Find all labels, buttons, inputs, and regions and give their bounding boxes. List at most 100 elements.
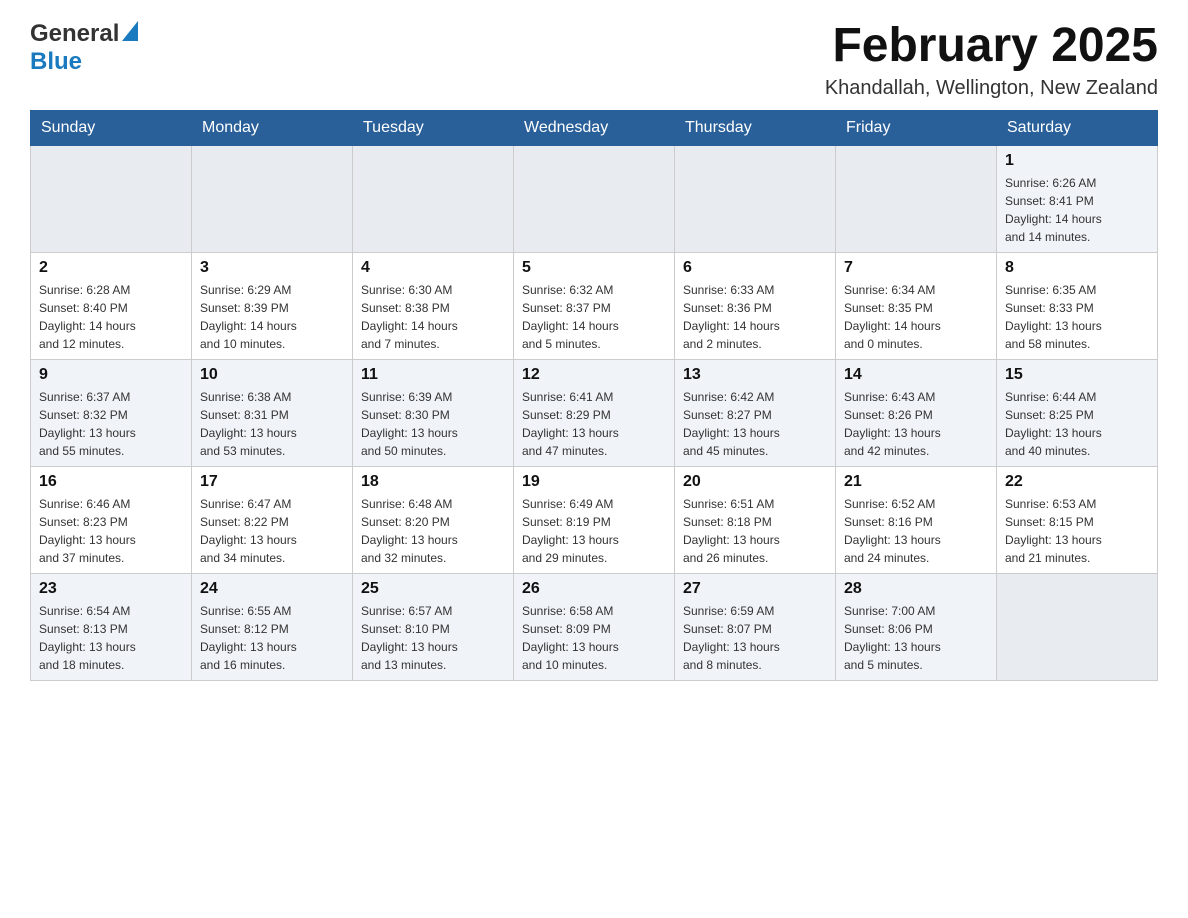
table-cell: 14 Sunrise: 6:43 AM Sunset: 8:26 PM Dayli… [836,359,997,466]
day-info: Sunrise: 6:37 AM Sunset: 8:32 PM Dayligh… [39,388,183,460]
day-number: 20 [683,473,827,491]
day-info: Sunrise: 6:29 AM Sunset: 8:39 PM Dayligh… [200,281,344,353]
table-cell: 18Sunrise: 6:48 AM Sunset: 8:20 PM Dayli… [353,466,514,573]
table-cell: 2 Sunrise: 6:28 AM Sunset: 8:40 PM Daylig… [31,252,192,359]
table-cell: 26 Sunrise: 6:58 AM Sunset: 8:09 PM Dayli… [514,573,675,680]
table-cell [997,573,1158,680]
day-number: 26 [522,580,666,598]
week-row-1: 1 Sunrise: 6:26 AM Sunset: 8:41 PM Daylig… [31,145,1158,252]
col-tuesday: Tuesday [353,110,514,145]
day-number: 23 [39,580,183,598]
table-cell [31,145,192,252]
day-info: Sunrise: 6:33 AM Sunset: 8:36 PM Dayligh… [683,281,827,353]
day-number: 2 [39,259,183,277]
table-cell: 16Sunrise: 6:46 AM Sunset: 8:23 PM Dayli… [31,466,192,573]
table-cell [192,145,353,252]
table-cell: 11 Sunrise: 6:39 AM Sunset: 8:30 PM Dayli… [353,359,514,466]
col-thursday: Thursday [675,110,836,145]
day-number: 8 [1005,259,1149,277]
day-info: Sunrise: 6:38 AM Sunset: 8:31 PM Dayligh… [200,388,344,460]
calendar-title: February 2025 [825,20,1158,73]
logo-triangle [122,21,138,46]
day-number: 25 [361,580,505,598]
location-subtitle: Khandallah, Wellington, New Zealand [825,77,1158,100]
day-number: 15 [1005,366,1149,384]
day-info: Sunrise: 6:41 AM Sunset: 8:29 PM Dayligh… [522,388,666,460]
table-cell [836,145,997,252]
day-number: 21 [844,473,988,491]
day-number: 19 [522,473,666,491]
day-number: 28 [844,580,988,598]
day-info: Sunrise: 6:58 AM Sunset: 8:09 PM Dayligh… [522,602,666,674]
day-info: Sunrise: 6:32 AM Sunset: 8:37 PM Dayligh… [522,281,666,353]
day-number: 5 [522,259,666,277]
day-number: 7 [844,259,988,277]
table-cell: 24 Sunrise: 6:55 AM Sunset: 8:12 PM Dayli… [192,573,353,680]
table-cell: 15 Sunrise: 6:44 AM Sunset: 8:25 PM Dayli… [997,359,1158,466]
day-info: Sunrise: 6:42 AM Sunset: 8:27 PM Dayligh… [683,388,827,460]
page-header: General Blue February 2025 Khandallah, W… [30,20,1158,100]
col-monday: Monday [192,110,353,145]
day-info: Sunrise: 6:30 AM Sunset: 8:38 PM Dayligh… [361,281,505,353]
day-number: 17 [200,473,344,491]
day-info: Sunrise: 6:52 AM Sunset: 8:16 PM Dayligh… [844,495,988,567]
logo-general-text: General [30,20,119,48]
table-cell: 20 Sunrise: 6:51 AM Sunset: 8:18 PM Dayli… [675,466,836,573]
table-cell: 12 Sunrise: 6:41 AM Sunset: 8:29 PM Dayli… [514,359,675,466]
week-row-2: 2 Sunrise: 6:28 AM Sunset: 8:40 PM Daylig… [31,252,1158,359]
table-cell: 4 Sunrise: 6:30 AM Sunset: 8:38 PM Daylig… [353,252,514,359]
day-number: 10 [200,366,344,384]
day-info: Sunrise: 6:59 AM Sunset: 8:07 PM Dayligh… [683,602,827,674]
day-info: Sunrise: 6:57 AM Sunset: 8:10 PM Dayligh… [361,602,505,674]
day-number: 22 [1005,473,1149,491]
day-info: Sunrise: 6:34 AM Sunset: 8:35 PM Dayligh… [844,281,988,353]
day-number: 6 [683,259,827,277]
day-info: Sunrise: 6:54 AM Sunset: 8:13 PM Dayligh… [39,602,183,674]
table-cell: 3 Sunrise: 6:29 AM Sunset: 8:39 PM Daylig… [192,252,353,359]
day-number: 24 [200,580,344,598]
logo-blue-text: Blue [30,48,82,75]
day-number: 12 [522,366,666,384]
day-number: 3 [200,259,344,277]
day-info: Sunrise: 6:39 AM Sunset: 8:30 PM Dayligh… [361,388,505,460]
day-info: Sunrise: 6:35 AM Sunset: 8:33 PM Dayligh… [1005,281,1149,353]
table-cell: 23 Sunrise: 6:54 AM Sunset: 8:13 PM Dayli… [31,573,192,680]
table-cell [675,145,836,252]
table-cell: 27 Sunrise: 6:59 AM Sunset: 8:07 PM Dayli… [675,573,836,680]
col-friday: Friday [836,110,997,145]
title-section: February 2025 Khandallah, Wellington, Ne… [825,20,1158,100]
table-cell: 17Sunrise: 6:47 AM Sunset: 8:22 PM Dayli… [192,466,353,573]
col-wednesday: Wednesday [514,110,675,145]
week-row-4: 16Sunrise: 6:46 AM Sunset: 8:23 PM Dayli… [31,466,1158,573]
day-number: 18 [361,473,505,491]
day-info: Sunrise: 6:26 AM Sunset: 8:41 PM Dayligh… [1005,174,1149,246]
day-info: Sunrise: 6:53 AM Sunset: 8:15 PM Dayligh… [1005,495,1149,567]
logo: General Blue [30,20,138,76]
day-number: 14 [844,366,988,384]
day-info: Sunrise: 6:51 AM Sunset: 8:18 PM Dayligh… [683,495,827,567]
table-cell: 22 Sunrise: 6:53 AM Sunset: 8:15 PM Dayli… [997,466,1158,573]
calendar-table: Sunday Monday Tuesday Wednesday Thursday… [30,110,1158,681]
day-number: 4 [361,259,505,277]
day-number: 27 [683,580,827,598]
table-cell: 13 Sunrise: 6:42 AM Sunset: 8:27 PM Dayli… [675,359,836,466]
table-cell [353,145,514,252]
day-info: Sunrise: 6:43 AM Sunset: 8:26 PM Dayligh… [844,388,988,460]
table-cell: 9Sunrise: 6:37 AM Sunset: 8:32 PM Daylig… [31,359,192,466]
table-cell: 19 Sunrise: 6:49 AM Sunset: 8:19 PM Dayli… [514,466,675,573]
day-number: 11 [361,366,505,384]
table-cell: 10 Sunrise: 6:38 AM Sunset: 8:31 PM Dayli… [192,359,353,466]
table-cell [514,145,675,252]
day-info: Sunrise: 6:55 AM Sunset: 8:12 PM Dayligh… [200,602,344,674]
day-number: 13 [683,366,827,384]
day-info: Sunrise: 6:49 AM Sunset: 8:19 PM Dayligh… [522,495,666,567]
calendar-header-row: Sunday Monday Tuesday Wednesday Thursday… [31,110,1158,145]
table-cell: 25 Sunrise: 6:57 AM Sunset: 8:10 PM Dayli… [353,573,514,680]
table-cell: 5 Sunrise: 6:32 AM Sunset: 8:37 PM Daylig… [514,252,675,359]
col-sunday: Sunday [31,110,192,145]
day-info: Sunrise: 6:28 AM Sunset: 8:40 PM Dayligh… [39,281,183,353]
col-saturday: Saturday [997,110,1158,145]
day-number: 1 [1005,152,1149,170]
day-info: Sunrise: 6:44 AM Sunset: 8:25 PM Dayligh… [1005,388,1149,460]
day-info: Sunrise: 7:00 AM Sunset: 8:06 PM Dayligh… [844,602,988,674]
